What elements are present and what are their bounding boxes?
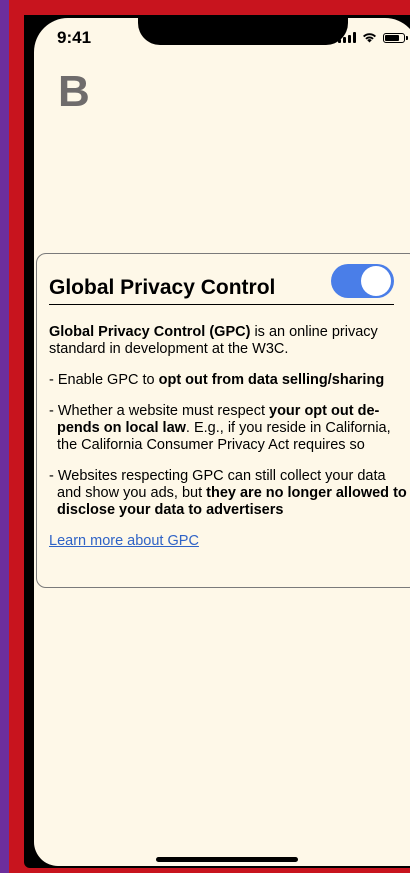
battery-icon: [383, 32, 408, 43]
intro-bold: Global Privacy Control (GPC): [49, 324, 251, 340]
app-screen: 9:41 B Global Privacy Control Global Pri…: [34, 18, 410, 866]
camera-notch: [138, 18, 348, 45]
wifi-icon: [363, 33, 376, 43]
learn-more-link[interactable]: Learn more about GPC: [49, 533, 199, 549]
card-title: Global Privacy Control: [49, 276, 276, 299]
bullet1-text: - Enable GPC to: [49, 372, 159, 388]
toggle-knob: [361, 266, 391, 296]
bullet-opt-out: - Enable GPC to opt out from data sellin…: [49, 372, 409, 389]
gpc-toggle[interactable]: [331, 264, 394, 298]
app-logo: B: [58, 67, 90, 116]
title-divider: [49, 304, 394, 305]
status-icons: [338, 32, 408, 43]
phone-bezel: 9:41 B Global Privacy Control Global Pri…: [24, 15, 410, 868]
cellular-signal-icon: [338, 32, 356, 43]
bullet2-text: - Whether a website must respect: [49, 403, 269, 419]
phone-frame: 9:41 B Global Privacy Control Global Pri…: [9, 0, 410, 873]
gpc-card: Global Privacy Control Global Privacy Co…: [36, 253, 410, 588]
intro-paragraph: Global Privacy Control (GPC) is an onlin…: [49, 324, 409, 358]
home-indicator[interactable]: [156, 857, 298, 862]
bullet-local-law: - Whether a website must respect your op…: [49, 403, 409, 454]
status-time: 9:41: [57, 28, 92, 47]
bullet1-bold: opt out from data selling/sharing: [158, 372, 385, 388]
bullet-ads: - Websites respecting GPC can still coll…: [49, 468, 409, 519]
card-body: Global Privacy Control (GPC) is an onlin…: [49, 324, 409, 550]
